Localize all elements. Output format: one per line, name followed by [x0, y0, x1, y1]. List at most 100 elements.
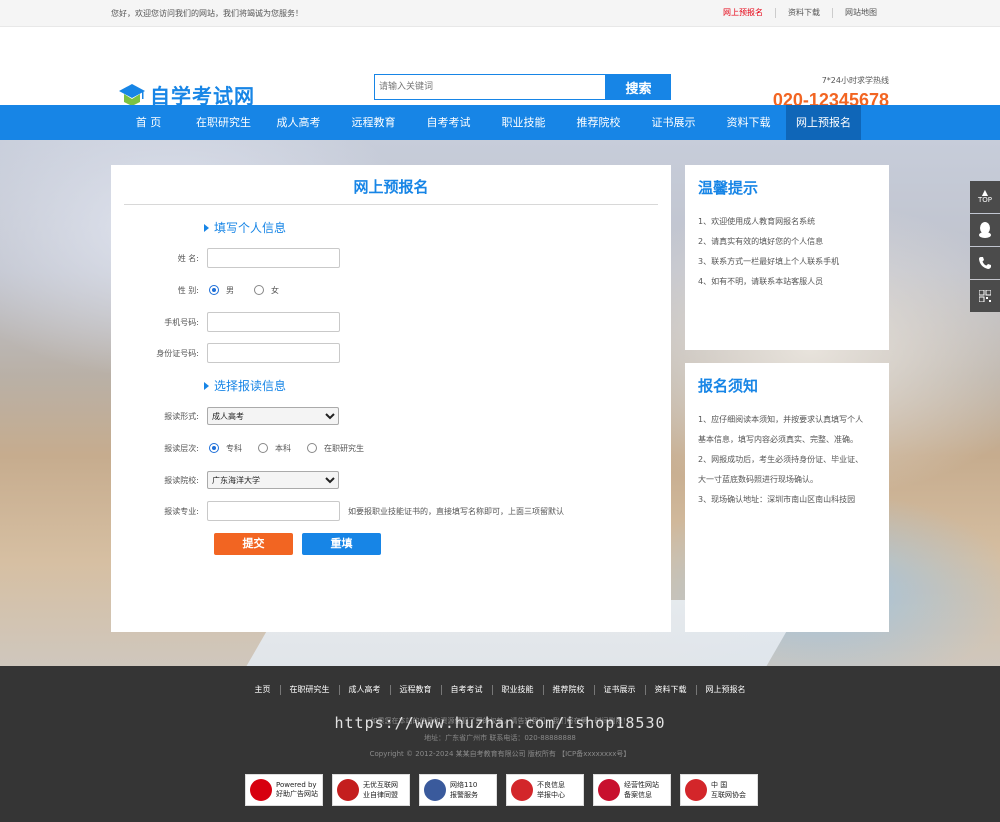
mode-row: 报读形式: 成人高考	[111, 405, 339, 427]
level-bachelor-radio[interactable]: 本科	[258, 443, 291, 454]
major-row: 报读专业: 如要报职业技能证书的，直接填写名称即可，上面三项留默认	[111, 500, 564, 522]
level-postgrad-radio[interactable]: 在职研究生	[307, 443, 364, 454]
badge-line: 报警服务	[450, 791, 478, 799]
nav-item-self-exam[interactable]: 自考考试	[411, 105, 486, 140]
nav-item-preregister[interactable]: 网上预报名	[786, 105, 861, 140]
submit-button[interactable]: 提交	[214, 533, 293, 555]
phone-button[interactable]	[970, 247, 1000, 279]
top-links: 网上预报名 资料下载 网站地图	[711, 8, 889, 18]
triangle-icon	[204, 381, 209, 390]
nav-item-schools[interactable]: 推荐院校	[561, 105, 636, 140]
level-junior-label: 专科	[226, 443, 242, 453]
gender-label: 性 别:	[177, 285, 199, 295]
footer-link[interactable]: 证书展示	[593, 685, 645, 695]
tip-item: 3、联系方式一栏最好填上个人联系手机	[698, 257, 840, 266]
footer-link[interactable]: 远程教育	[389, 685, 441, 695]
school-select[interactable]: 广东海洋大学	[207, 471, 339, 489]
phone-row: 手机号码:	[111, 311, 340, 333]
qq-icon	[979, 222, 991, 238]
seal-icon	[337, 779, 359, 801]
footer-link[interactable]: 网上预报名	[695, 685, 755, 695]
phone-label: 手机号码:	[164, 317, 199, 327]
search-input[interactable]	[374, 74, 606, 100]
id-input[interactable]	[207, 343, 340, 363]
footer: 主页 在职研究生 成人高考 远程教育 自考考试 职业技能 推荐院校 证书展示 资…	[0, 666, 1000, 822]
tip-item: 4、如有不明，请联系本站客服人员	[698, 277, 824, 286]
form-title: 网上预报名	[124, 165, 658, 205]
footer-nav: 主页 在职研究生 成人高考 远程教育 自考考试 职业技能 推荐院校 证书展示 资…	[0, 685, 1000, 695]
top-label: TOP	[977, 196, 992, 204]
search-button[interactable]: 搜索	[606, 74, 671, 100]
badge-report-center[interactable]: 不良信息 举报中心	[506, 774, 584, 806]
graduation-cap-icon	[119, 83, 145, 106]
footer-link[interactable]: 职业技能	[491, 685, 543, 695]
tip-item: 2、请真实有效的填好您的个人信息	[698, 237, 824, 246]
hotline-label: 7*24小时求学热线	[821, 76, 889, 85]
nav-item-vocational[interactable]: 职业技能	[486, 105, 561, 140]
notice-panel: 报名须知 1、应仔细阅读本须知，并按要求认真填写个人 基本信息，填写内容必须真实…	[685, 363, 889, 632]
top-link-sitemap[interactable]: 网站地图	[832, 8, 889, 18]
gender-male-label: 男	[226, 285, 234, 295]
emblem-icon	[598, 779, 620, 801]
report-icon	[511, 779, 533, 801]
major-hint: 如要报职业技能证书的，直接填写名称即可，上面三项留默认	[348, 506, 564, 516]
nav-item-certificates[interactable]: 证书展示	[636, 105, 711, 140]
nav-item-postgrad[interactable]: 在职研究生	[186, 105, 261, 140]
footer-link[interactable]: 推荐院校	[542, 685, 594, 695]
search-box: 搜索	[374, 74, 671, 100]
qq-button[interactable]	[970, 214, 1000, 246]
tip-item: 1、欢迎使用成人教育网报名系统	[698, 217, 816, 226]
badge-line: 不良信息	[537, 781, 565, 789]
footer-copyright: Copyright © 2012-2024 某某自考教育有限公司 版权所有 【I…	[369, 750, 631, 758]
nav-item-home[interactable]: 首 页	[111, 105, 186, 140]
notice-item: 1、应仔细阅读本须知，并按要求认真填写个人	[698, 415, 864, 424]
nav-item-distance-edu[interactable]: 远程教育	[336, 105, 411, 140]
footer-link[interactable]: 主页	[246, 685, 280, 695]
badge-line: 备案信息	[624, 791, 652, 799]
badge-police-110[interactable]: 网络110 报警服务	[419, 774, 497, 806]
badge-line: 网络110	[450, 781, 478, 789]
top-link-downloads[interactable]: 资料下载	[775, 8, 832, 18]
mode-select[interactable]: 成人高考	[207, 407, 339, 425]
level-postgrad-label: 在职研究生	[324, 443, 364, 453]
badge-allyes[interactable]: Powered by 好助广告网站	[245, 774, 323, 806]
id-row: 身份证号码:	[111, 342, 340, 364]
phone-input[interactable]	[207, 312, 340, 332]
top-link-preregister[interactable]: 网上预报名	[711, 8, 775, 18]
badge-line: 无优互联网	[363, 781, 398, 789]
footer-link[interactable]: 在职研究生	[279, 685, 339, 695]
tips-panel: 温馨提示 1、欢迎使用成人教育网报名系统 2、请真实有效的填好您的个人信息 3、…	[685, 165, 889, 350]
watermark-text: https://www.huzhan.com/ishop18530	[334, 714, 666, 732]
welcome-text: 您好，欢迎您访问我们的网站，我们将竭诚为您服务！	[111, 9, 303, 18]
nav-item-adult-exam[interactable]: 成人高考	[261, 105, 336, 140]
badge-business-record[interactable]: 经营性网站 备案信息	[593, 774, 671, 806]
tips-title: 温馨提示	[698, 179, 759, 197]
footer-link[interactable]: 自考考试	[440, 685, 492, 695]
badge-line: 互联网协会	[711, 791, 746, 799]
allyes-logo-icon	[250, 779, 272, 801]
back-to-top-button[interactable]: ▲ TOP	[970, 181, 1000, 213]
level-junior-radio[interactable]: 专科	[209, 443, 242, 454]
footer-link[interactable]: 成人高考	[338, 685, 390, 695]
footer-link[interactable]: 资料下载	[644, 685, 696, 695]
qrcode-button[interactable]	[970, 280, 1000, 312]
notice-item: 2、网报成功后，考生必须持身份证、毕业证、	[698, 455, 864, 464]
school-row: 报读院校: 广东海洋大学	[111, 469, 339, 491]
phone-icon	[979, 257, 991, 269]
level-label: 报读层次:	[164, 443, 199, 453]
qrcode-icon	[979, 290, 991, 302]
id-label: 身份证号码:	[156, 348, 199, 358]
level-row: 报读层次: 专科 本科 在职研究生	[111, 437, 378, 459]
registration-form: 网上预报名 填写个人信息 姓 名: 性 别: 男 女 手机号码: 身份证号码: …	[111, 165, 671, 632]
name-input[interactable]	[207, 248, 340, 268]
notice-item: 3、现场确认地址：深圳市南山区南山科技园	[698, 495, 856, 504]
nav-item-downloads[interactable]: 资料下载	[711, 105, 786, 140]
reset-button[interactable]: 重填	[302, 533, 381, 555]
major-input[interactable]	[207, 501, 340, 521]
gender-female-radio[interactable]: 女	[254, 285, 279, 296]
section-personal-label: 填写个人信息	[214, 221, 287, 235]
gender-male-radio[interactable]: 男	[209, 285, 234, 296]
badge-self-discipline[interactable]: 无优互联网 业自律同盟	[332, 774, 410, 806]
trust-badges: Powered by 好助广告网站 无优互联网 业自律同盟 网络110 报警服务 不良…	[245, 774, 767, 806]
badge-internet-society[interactable]: 中 国互联网协会	[680, 774, 758, 806]
